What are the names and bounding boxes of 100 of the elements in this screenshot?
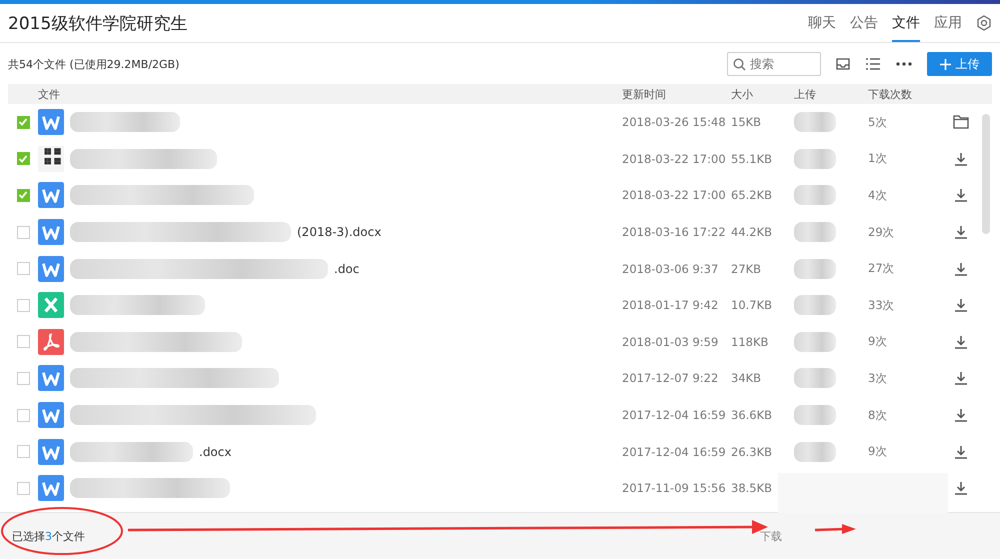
annotation-arrow bbox=[814, 524, 856, 534]
document-icon bbox=[38, 438, 64, 465]
document-icon bbox=[38, 182, 64, 208]
checkbox[interactable] bbox=[16, 188, 30, 202]
column-header: 文件 bbox=[37, 86, 61, 102]
more-icon[interactable] bbox=[895, 61, 913, 67]
table-cell: 8次 bbox=[868, 408, 888, 422]
file-summary: 共54个文件 (已使用29.2MB/2GB) bbox=[8, 56, 180, 72]
checkbox[interactable] bbox=[16, 298, 30, 312]
download-icon[interactable] bbox=[954, 444, 968, 459]
blurred-uploader bbox=[794, 295, 836, 316]
download-icon[interactable] bbox=[954, 225, 968, 240]
table-cell-text: 26.3KB bbox=[731, 444, 774, 459]
document-icon bbox=[38, 292, 64, 318]
download-icon[interactable] bbox=[954, 188, 968, 202]
settings-icon[interactable] bbox=[976, 15, 992, 31]
document-icon bbox=[38, 219, 64, 246]
search-field[interactable]: 搜索 bbox=[727, 52, 821, 76]
table-cell-text: 2017-11-09 15:56 bbox=[622, 481, 727, 496]
upload-button[interactable]: 上传 bbox=[927, 52, 992, 76]
table-cell-text: 2018-01-03 9:59 bbox=[622, 334, 720, 349]
document-icon bbox=[38, 256, 64, 282]
column-header: 大小 bbox=[731, 86, 754, 102]
document-icon bbox=[38, 365, 64, 392]
checkbox[interactable] bbox=[16, 262, 30, 276]
qr-code-thumbnail bbox=[38, 146, 64, 172]
checkbox[interactable] bbox=[16, 116, 30, 129]
table-cell-text: 2018-03-26 15:48 bbox=[622, 115, 727, 130]
column-header: 更新时间 bbox=[622, 86, 667, 102]
blurred-uploader bbox=[794, 258, 836, 279]
checkbox[interactable] bbox=[16, 226, 30, 239]
file-name: .docx bbox=[199, 444, 232, 459]
table-cell: 29次 bbox=[868, 224, 895, 239]
window-title: 2015级软件学院研究生 bbox=[8, 12, 188, 34]
column-header: 下载次数 bbox=[868, 86, 913, 102]
table-cell-text: 65.2KB bbox=[731, 188, 774, 202]
table-cell-text: 2018-03-22 17:00 bbox=[622, 188, 727, 202]
search-icon bbox=[733, 58, 746, 70]
document-icon bbox=[38, 475, 64, 502]
plus-icon bbox=[940, 58, 950, 70]
table-cell-text: 10.7KB bbox=[731, 298, 774, 312]
list-view-icon[interactable] bbox=[865, 56, 881, 72]
blurred-uploader bbox=[794, 222, 836, 242]
download-icon[interactable] bbox=[954, 371, 968, 386]
table-cell-text: 2017-12-07 9:22 bbox=[622, 371, 720, 386]
table-cell: 27次 bbox=[868, 261, 895, 276]
download-icon[interactable] bbox=[954, 152, 968, 166]
blurred-uploader bbox=[794, 332, 836, 352]
download-icon[interactable] bbox=[954, 408, 968, 422]
checkbox[interactable] bbox=[16, 482, 30, 495]
download-icon[interactable] bbox=[954, 481, 968, 496]
table-cell-text: 2017-12-04 16:59 bbox=[622, 408, 727, 422]
table-cell: 4次 bbox=[868, 188, 888, 202]
table-cell-text: 2018-01-17 9:42 bbox=[622, 298, 720, 312]
document-icon bbox=[38, 402, 64, 428]
inbox-icon[interactable] bbox=[835, 56, 851, 72]
checkbox[interactable] bbox=[16, 152, 30, 166]
table-cell-text: 55.1KB bbox=[731, 152, 774, 166]
download-button[interactable]: 下载 bbox=[754, 528, 788, 544]
download-icon[interactable] bbox=[954, 334, 968, 349]
blurred-uploader bbox=[794, 405, 836, 426]
blurred-uploader bbox=[794, 368, 836, 388]
checkbox[interactable] bbox=[16, 372, 30, 385]
table-cell-text: 118KB bbox=[731, 334, 770, 349]
table-cell-text: 2018-03-22 17:00 bbox=[622, 152, 727, 166]
table-cell-text: 2017-12-04 16:59 bbox=[622, 444, 727, 459]
file-name: .doc bbox=[334, 262, 360, 276]
download-icon[interactable] bbox=[954, 262, 968, 276]
blurred-uploader bbox=[794, 442, 836, 462]
table-cell: 9次 bbox=[868, 444, 888, 458]
selection-count: 已选择3个文件 bbox=[12, 528, 85, 544]
blurred-uploader bbox=[794, 148, 836, 169]
table-cell: 9次 bbox=[868, 334, 888, 348]
blurred-uploader bbox=[794, 112, 836, 132]
column-header: 上传 bbox=[794, 86, 817, 102]
tab[interactable]: 聊天 bbox=[808, 4, 836, 42]
table-cell-text: 36.6KB bbox=[731, 408, 774, 422]
file-name: (2018-3).docx bbox=[297, 225, 382, 240]
scrollbar[interactable] bbox=[982, 114, 990, 234]
tab[interactable]: 公告 bbox=[850, 4, 878, 42]
table-cell-text: 27KB bbox=[731, 262, 762, 276]
table-cell-text: 15KB bbox=[731, 115, 762, 130]
document-icon bbox=[38, 109, 64, 136]
table-cell: 5次 bbox=[868, 114, 888, 129]
table-cell: 3次 bbox=[868, 370, 888, 385]
table-cell-text: 44.2KB bbox=[731, 225, 774, 240]
table-cell-text: 38.5KB bbox=[731, 481, 774, 496]
folder-icon[interactable] bbox=[953, 115, 969, 130]
table-cell: 33次 bbox=[868, 298, 895, 312]
download-icon[interactable] bbox=[954, 298, 968, 312]
document-icon bbox=[38, 328, 64, 355]
checkbox[interactable] bbox=[16, 335, 30, 348]
tab[interactable]: 应用 bbox=[934, 4, 962, 42]
tab[interactable]: 文件 bbox=[892, 4, 920, 42]
checkbox[interactable] bbox=[16, 445, 30, 458]
table-cell: 1次 bbox=[868, 151, 888, 166]
table-cell-text: 2018-03-16 17:22 bbox=[622, 225, 727, 240]
blurred-uploader bbox=[794, 185, 836, 206]
table-cell-text: 34KB bbox=[731, 371, 762, 386]
checkbox[interactable] bbox=[16, 408, 30, 422]
